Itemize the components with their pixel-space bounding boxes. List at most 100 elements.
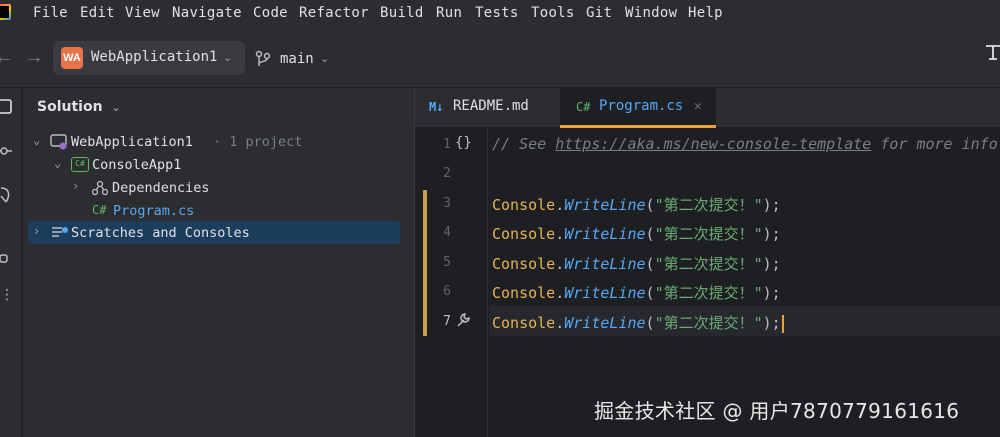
project-selector[interactable]: WA WebApplication1 ⌄ (53, 41, 245, 75)
code-line-6[interactable]: Console.WriteLine("第二次提交！"); (492, 282, 781, 303)
tool-window-strip: ⋮ (0, 88, 22, 437)
menu-window[interactable]: Window (625, 5, 677, 21)
menu-help[interactable]: Help (688, 5, 723, 21)
code-line-7[interactable]: Console.WriteLine("第二次提交！"); (492, 312, 784, 333)
punctuation: ( (645, 255, 655, 273)
namespace-marker-icon[interactable]: {} (455, 135, 472, 151)
solution-name: WebApplication1 (71, 134, 193, 150)
project-tool-icon[interactable] (0, 98, 14, 116)
tree-dependencies-node[interactable]: › Dependencies (23, 176, 403, 199)
main-toolbar: ← → WA WebApplication1 ⌄ main ⌄ (0, 28, 1000, 88)
chevron-down-icon: ⌄ (111, 101, 121, 114)
csharp-project-icon: C# (71, 157, 89, 172)
method-name: WriteLine (564, 284, 646, 302)
punctuation: . (555, 255, 565, 273)
menu-code[interactable]: Code (253, 5, 288, 21)
line-number: 1 (443, 137, 451, 152)
punctuation: . (555, 196, 565, 214)
line-number: 6 (443, 284, 451, 299)
menu-tools[interactable]: Tools (531, 5, 575, 21)
string-literal: "第二次提交！" (654, 255, 763, 273)
structure-tool-icon[interactable] (0, 252, 14, 266)
tab-readme[interactable]: M↓ README.md (415, 88, 560, 128)
line-number: 4 (443, 225, 451, 240)
editor-gutter: 1 2 3 4 5 6 7 {} (415, 128, 488, 437)
branch-selector[interactable]: main (280, 51, 314, 67)
chevron-down-icon: ⌄ (320, 53, 330, 65)
punctuation: . (555, 314, 565, 332)
more-tools-icon[interactable]: ⋮ (0, 286, 14, 303)
menu-git[interactable]: Git (586, 5, 612, 21)
close-icon[interactable]: ✕ (694, 99, 702, 114)
pull-requests-icon[interactable] (0, 186, 14, 204)
identifier: Console (492, 225, 556, 243)
csharp-file-icon: C# (92, 203, 107, 217)
punctuation: ( (645, 225, 655, 243)
comment-text: // See (492, 135, 556, 153)
rider-logo-icon[interactable] (0, 4, 11, 20)
method-name: WriteLine (564, 255, 646, 273)
punctuation: ( (645, 284, 655, 302)
back-arrow-icon[interactable]: ← (0, 46, 14, 69)
csharp-file-icon: C# (576, 100, 591, 114)
menu-navigate[interactable]: Navigate (172, 5, 242, 21)
punctuation: ( (645, 196, 655, 214)
string-literal: "第二次提交！" (654, 284, 763, 302)
punctuation: . (555, 225, 565, 243)
code-line-4[interactable]: Console.WriteLine("第二次提交！"); (492, 223, 781, 244)
code-line-3[interactable]: Console.WriteLine("第二次提交！"); (492, 194, 781, 215)
menu-refactor[interactable]: Refactor (299, 5, 369, 21)
menu-tests[interactable]: Tests (475, 5, 519, 21)
punctuation: ); (762, 196, 781, 214)
chevron-down-icon[interactable]: ⌄ (33, 133, 40, 147)
code-line-1[interactable]: // See https://aka.ms/new-console-templa… (492, 135, 998, 153)
menu-file[interactable]: File (33, 5, 68, 21)
punctuation: ); (762, 225, 781, 243)
tree-solution-node[interactable]: ⌄ WebApplication1 · 1 project (23, 130, 403, 153)
chevron-down-icon[interactable]: ⌄ (54, 156, 61, 170)
chevron-down-icon: ⌄ (223, 52, 233, 64)
identifier: Console (492, 314, 556, 332)
git-branch-icon[interactable] (255, 50, 271, 68)
markdown-icon: M↓ (429, 100, 444, 114)
solution-header-label: Solution (37, 99, 103, 115)
menu-run[interactable]: Run (436, 5, 462, 21)
menu-build[interactable]: Build (380, 5, 424, 21)
project-badge: WA (61, 47, 83, 69)
menu-view[interactable]: View (125, 5, 160, 21)
menu-bar: File Edit View Navigate Code Refactor Bu… (0, 0, 1000, 28)
menu-edit[interactable]: Edit (80, 5, 115, 21)
solution-header[interactable]: Solution ⌄ (37, 99, 121, 115)
chevron-right-icon[interactable]: › (33, 224, 40, 238)
method-name: WriteLine (564, 225, 646, 243)
tree-project-node[interactable]: ⌄ C# ConsoleApp1 (23, 153, 403, 176)
project-name: WebApplication1 (91, 49, 218, 65)
wrench-icon[interactable] (455, 312, 471, 328)
text-caret (781, 314, 784, 333)
string-literal: "第二次提交！" (654, 196, 763, 214)
line-number: 2 (443, 166, 451, 181)
modified-lines-marker[interactable] (423, 190, 427, 336)
punctuation: ); (762, 314, 781, 332)
comment-link[interactable]: https://aka.ms/new-console-template (555, 135, 871, 153)
scratches-label: Scratches and Consoles (71, 225, 250, 241)
forward-arrow-icon[interactable]: → (24, 46, 44, 69)
project-name-label: ConsoleApp1 (92, 157, 182, 173)
tree-file-program[interactable]: C# Program.cs (23, 199, 403, 222)
tree-scratches-node[interactable]: › Scratches and Consoles (28, 221, 400, 244)
method-name: WriteLine (564, 314, 646, 332)
tab-program[interactable]: C# Program.cs ✕ (560, 88, 716, 128)
line-number: 7 (443, 314, 451, 329)
scratches-icon (52, 227, 68, 237)
string-literal: "第二次提交！" (654, 314, 763, 332)
tab-label: Program.cs (599, 98, 684, 114)
code-line-5[interactable]: Console.WriteLine("第二次提交！"); (492, 253, 781, 274)
solution-explorer: Solution ⌄ ⌄ WebApplication1 · 1 project… (23, 88, 414, 437)
chevron-right-icon[interactable]: › (72, 179, 79, 193)
punctuation: ); (762, 255, 781, 273)
build-tools-icon[interactable] (984, 43, 1000, 61)
solution-icon (50, 134, 67, 150)
string-literal: "第二次提交！" (654, 225, 763, 243)
method-name: WriteLine (564, 196, 646, 214)
commit-tool-icon[interactable] (0, 144, 14, 158)
